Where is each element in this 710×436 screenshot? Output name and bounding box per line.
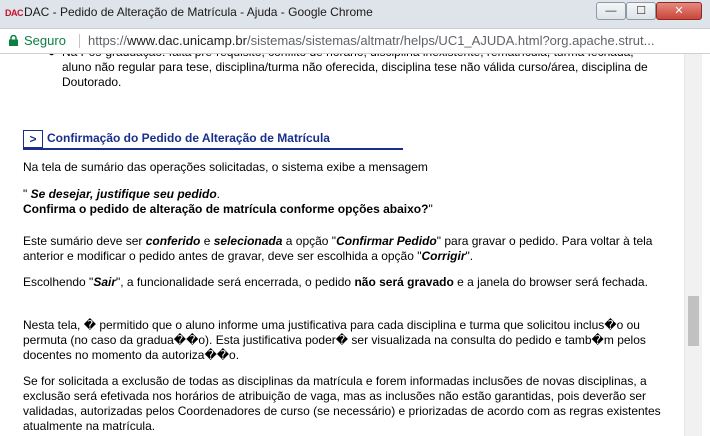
- url-scheme: https://: [88, 33, 128, 48]
- vertical-scrollbar[interactable]: [684, 54, 702, 436]
- paragraph-summary: Este sumário deve ser conferido e seleci…: [23, 234, 653, 263]
- address-separator: [79, 34, 80, 48]
- list-item: ● Na Pós-graduação: falta pré-requisito,…: [48, 54, 662, 90]
- close-button[interactable]: ✕: [656, 2, 702, 20]
- quoted-message: " Se desejar, justifique seu pedido. Conf…: [23, 187, 433, 216]
- lock-icon: [9, 35, 18, 46]
- scrollbar-thumb[interactable]: [688, 296, 699, 346]
- section-arrow-icon: >: [23, 130, 43, 148]
- minimize-button[interactable]: —: [596, 2, 626, 20]
- url-path: /sistemas/sistemas/altmatr/helps/UC1_AJU…: [246, 33, 655, 48]
- quote-line2: Confirma o pedido de alteração de matríc…: [23, 202, 429, 216]
- address-bar[interactable]: Seguro https://www.dac.unicamp.br/sistem…: [0, 29, 710, 54]
- app-icon: DAC: [5, 8, 24, 18]
- quote-italic: Se desejar, justifique seu pedido: [30, 187, 217, 201]
- bullet-text: Na Pós-graduação: falta pré-requisito, c…: [62, 54, 648, 89]
- paragraph-exclusion: Se for solicitada a exclusão de todas as…: [23, 374, 661, 433]
- window-title: DAC - Pedido de Alteração de Matrícula -…: [24, 5, 373, 19]
- section-header: > Confirmação do Pedido de Alteração de …: [23, 130, 403, 150]
- section-title: Confirmação do Pedido de Alteração de Ma…: [47, 131, 330, 145]
- paragraph-intro: Na tela de sumário das operações solicit…: [23, 160, 428, 174]
- help-content: ● Na Pós-graduação: falta pré-requisito,…: [0, 54, 684, 436]
- url-text[interactable]: https://www.dac.unicamp.br/sistemas/sist…: [88, 33, 698, 48]
- bullet-icon: ●: [48, 54, 55, 60]
- paragraph-exit: Escolhendo "Sair", a funcionalidade será…: [23, 275, 648, 289]
- url-host: www.dac.unicamp.br: [127, 33, 247, 48]
- paragraph-justification: Nesta tela, � permitido que o aluno info…: [23, 318, 646, 362]
- window-title-bar: DAC DAC - Pedido de Alteração de Matrícu…: [0, 0, 710, 29]
- secure-label[interactable]: Seguro: [24, 33, 66, 48]
- maximize-button[interactable]: ☐: [626, 2, 656, 20]
